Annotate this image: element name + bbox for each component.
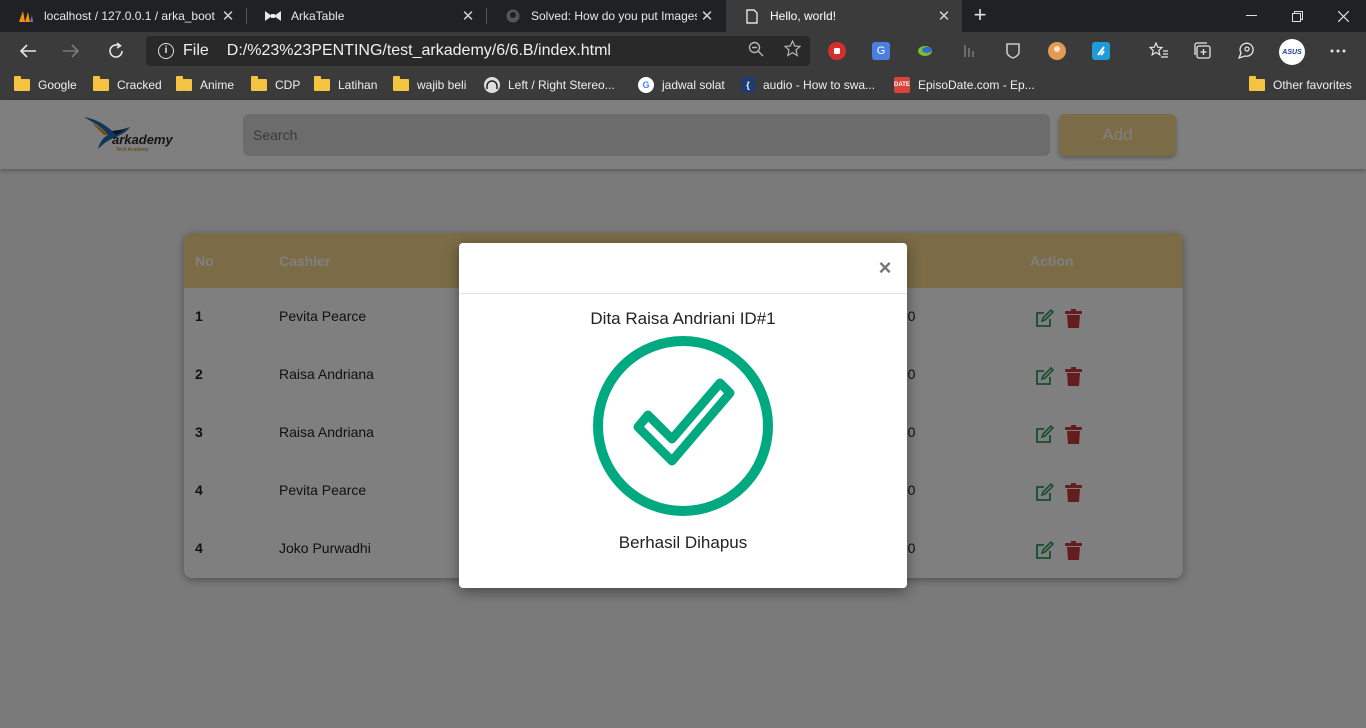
tab-close-icon[interactable]: ✕ xyxy=(697,7,717,25)
adblock-icon[interactable] xyxy=(828,42,846,60)
bookmark-label: EpisoDate.com - Ep... xyxy=(918,78,1035,92)
zoom-icon[interactable] xyxy=(738,41,774,62)
phpmyadmin-icon xyxy=(18,8,34,24)
tab-title: localhost / 127.0.0.1 / arka_boot xyxy=(44,9,215,23)
folder-icon xyxy=(176,76,192,91)
bookmark-google[interactable]: Google xyxy=(14,76,77,94)
bookmark-label: Left / Right Stereo... xyxy=(508,78,615,92)
google-icon: G xyxy=(638,77,654,93)
disabled-extension-icon[interactable] xyxy=(960,42,978,60)
bookmark-jadwal-solat[interactable]: Gjadwal solat xyxy=(638,76,725,94)
modal-header: × xyxy=(459,243,907,294)
tab-title: ArkaTable xyxy=(291,9,345,23)
collections-icon[interactable] xyxy=(1192,41,1214,61)
folder-icon xyxy=(314,76,330,91)
bookmark-cracked[interactable]: Cracked xyxy=(93,76,162,94)
earth-extension-icon[interactable] xyxy=(916,42,934,60)
tab-bar: localhost / 127.0.0.1 / arka_boot ✕ Arka… xyxy=(0,0,1366,32)
other-favorites[interactable]: Other favorites xyxy=(1249,76,1352,94)
bookmark-episodate[interactable]: DATE EpisoDate.com - Ep... xyxy=(894,76,1035,94)
bookmark-audio-how-to[interactable]: { audio - How to swa... xyxy=(741,76,875,94)
bookmark-label: Anime xyxy=(200,78,235,92)
folder-icon xyxy=(93,76,109,91)
github-icon xyxy=(505,8,521,24)
more-options-icon[interactable] xyxy=(1327,41,1349,61)
close-window-button[interactable] xyxy=(1320,0,1366,32)
page-icon xyxy=(744,8,760,24)
restore-icon xyxy=(1291,10,1303,22)
bookmark-label: Other favorites xyxy=(1273,78,1352,92)
refresh-button[interactable] xyxy=(102,37,130,65)
bookmark-label: jadwal solat xyxy=(662,78,725,92)
favorites-icon[interactable] xyxy=(1148,41,1170,61)
tab-arkatable[interactable]: ArkaTable ✕ xyxy=(247,0,486,32)
tab-solved[interactable]: Solved: How do you put Images ✕ xyxy=(487,0,725,32)
success-check-icon xyxy=(593,336,773,516)
modal-message: Berhasil Dihapus xyxy=(618,533,748,552)
feedback-icon[interactable] xyxy=(1235,41,1257,61)
tab-hello-world[interactable]: Hello, world! ✕ xyxy=(726,0,962,32)
tab-title: Solved: How do you put Images xyxy=(531,9,697,23)
arrow-left-icon xyxy=(19,44,36,58)
bookmark-latihan[interactable]: Latihan xyxy=(314,76,377,94)
modal-close-button[interactable]: × xyxy=(877,257,893,279)
address-bar[interactable]: i File D:/%23%23PENTING/test_arkademy/6/… xyxy=(146,36,810,66)
minimize-icon xyxy=(1245,15,1257,16)
folder-icon xyxy=(1249,76,1265,91)
tag-extension-icon[interactable] xyxy=(1092,42,1110,60)
translate-icon[interactable]: G xyxy=(872,42,890,60)
minimize-button[interactable] xyxy=(1228,0,1274,32)
tab-title: Hello, world! xyxy=(770,9,837,23)
bookmark-label: Google xyxy=(38,78,77,92)
modal-title: Dita Raisa Andriani ID#1 xyxy=(590,309,776,328)
bookmark-left-right-stereo[interactable]: Left / Right Stereo... xyxy=(484,76,615,94)
tab-close-icon[interactable]: ✕ xyxy=(218,7,238,25)
bow-icon xyxy=(265,8,281,24)
folder-icon xyxy=(14,76,30,91)
forward-button[interactable] xyxy=(57,37,85,65)
scheme-label: File xyxy=(183,42,209,59)
profile-avatar[interactable]: ASUS xyxy=(1279,39,1305,65)
close-icon xyxy=(1337,10,1349,22)
bookmark-label: Cracked xyxy=(117,78,162,92)
restore-button[interactable] xyxy=(1274,0,1320,32)
new-tab-button[interactable]: + xyxy=(968,4,992,28)
bookmark-label: wajib beli xyxy=(417,78,467,92)
bookmarks-bar: Google Cracked Anime CDP Latihan wajib b… xyxy=(0,70,1366,100)
folder-icon xyxy=(251,76,267,91)
bitwarden-icon[interactable] xyxy=(1004,42,1022,60)
bookmark-wajib-beli[interactable]: wajib beli xyxy=(393,76,466,94)
navigation-bar: i File D:/%23%23PENTING/test_arkademy/6/… xyxy=(0,32,1366,70)
bookmark-label: audio - How to swa... xyxy=(763,78,876,92)
tab-phpmyadmin[interactable]: localhost / 127.0.0.1 / arka_boot ✕ xyxy=(0,0,246,32)
delete-success-modal: × Dita Raisa Andriani ID#1 Berhasil Diha… xyxy=(459,243,907,588)
refresh-icon xyxy=(109,42,123,58)
bookmark-label: CDP xyxy=(275,78,301,92)
arrow-right-icon xyxy=(63,44,80,58)
tab-close-icon[interactable]: ✕ xyxy=(934,7,954,25)
url-text[interactable]: D:/%23%23PENTING/test_arkademy/6/6.B/ind… xyxy=(227,42,738,60)
stackexchange-icon: { xyxy=(741,77,755,93)
head-extension-icon[interactable] xyxy=(1048,42,1066,60)
calendar-icon: DATE xyxy=(894,77,910,93)
bookmark-anime[interactable]: Anime xyxy=(176,76,234,94)
info-icon[interactable]: i xyxy=(158,43,174,59)
bookmark-cdp[interactable]: CDP xyxy=(251,76,300,94)
bookmark-label: Latihan xyxy=(338,78,378,92)
tab-close-icon[interactable]: ✕ xyxy=(458,7,478,25)
favorite-star-icon[interactable] xyxy=(774,39,810,62)
folder-icon xyxy=(393,76,409,91)
headphones-icon xyxy=(484,77,500,93)
back-button[interactable] xyxy=(14,37,42,65)
